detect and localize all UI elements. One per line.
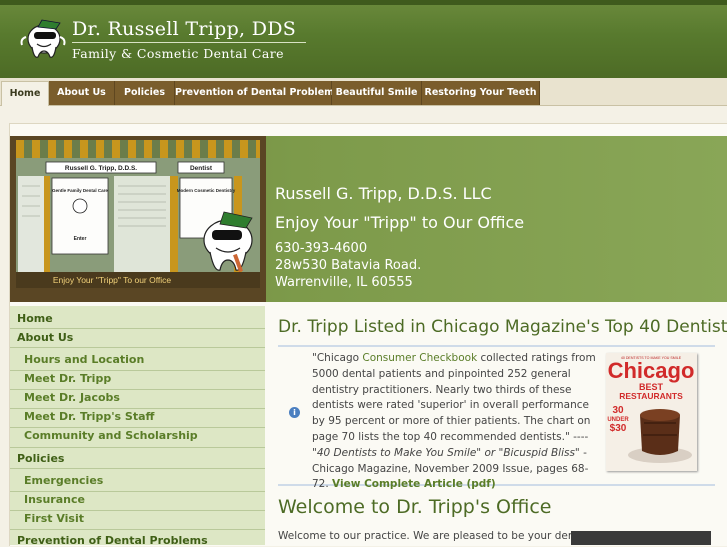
office-storefront-illustration: Russell G. Tripp, D.D.S. Dentist Gentle …	[10, 136, 266, 302]
magazine-headline-2: RESTAURANTS	[619, 391, 683, 401]
storefront-caption: Enjoy Your "Tripp" To our Office	[53, 275, 172, 285]
sidebar-divider	[10, 529, 265, 530]
quote-italic: "40 Dentists to Make You Smile" or "Bicu…	[312, 446, 580, 459]
main-navigation: Home About Us Policies Prevention of Den…	[0, 78, 727, 106]
banner-city: Warrenville, IL 60555	[275, 275, 413, 290]
nav-tab-beautiful-smile[interactable]: Beautiful Smile	[332, 81, 422, 105]
sidebar-divider	[10, 491, 265, 492]
welcome-heading: Welcome to Dr. Tripp's Office	[278, 496, 552, 518]
sidebar-divider	[10, 328, 265, 329]
nav-tab-policies[interactable]: Policies	[115, 81, 175, 105]
banner-phone: 630-393-4600	[275, 241, 368, 256]
sign-dentist: Dentist	[190, 165, 213, 172]
article-heading: Dr. Tripp Listed in Chicago Magazine's T…	[278, 317, 727, 337]
header-top-line	[0, 0, 727, 5]
window-text-left: Gentle Family Dental Care	[52, 188, 108, 193]
site-subtitle: Family & Cosmetic Dental Care	[72, 46, 284, 61]
sidebar-divider	[10, 408, 265, 409]
quote-open: "Chicago	[312, 352, 363, 364]
office-photo-image	[571, 531, 711, 545]
sidebar-item-staff[interactable]: Meet Dr. Tripp's Staff	[24, 410, 154, 423]
sidebar-divider	[10, 468, 265, 469]
sidebar-item-emergencies[interactable]: Emergencies	[24, 474, 103, 487]
sidebar-item-hours-location[interactable]: Hours and Location	[24, 353, 144, 366]
banner-street: 28w530 Batavia Road.	[275, 258, 422, 273]
sidebar-menu: Home About Us Hours and Location Meet Dr…	[10, 306, 265, 547]
sidebar-item-meet-dr-jacobs[interactable]: Meet Dr. Jacobs	[24, 391, 120, 404]
welcome-text: Welcome to our practice. We are pleased …	[278, 530, 588, 542]
quote-body: collected ratings from 5000 dental patie…	[312, 352, 596, 443]
magazine-sub-3: $30	[610, 423, 627, 434]
sidebar-divider	[10, 370, 265, 371]
sidebar-item-about-us[interactable]: About Us	[17, 331, 73, 344]
title-divider	[72, 42, 306, 43]
sidebar-item-first-visit[interactable]: First Visit	[24, 512, 84, 525]
sidebar-divider	[10, 510, 265, 511]
door-enter-text: Enter	[74, 236, 87, 242]
view-article-link[interactable]: View Complete Article (pdf)	[332, 478, 496, 490]
sidebar-divider	[10, 427, 265, 428]
site-header: Dr. Russell Tripp, DDS Family & Cosmetic…	[0, 0, 727, 78]
site-title[interactable]: Dr. Russell Tripp, DDS	[72, 18, 296, 40]
window-text-right: Modern Cosmetic Dentistry	[177, 188, 236, 193]
nav-tab-about-us[interactable]: About Us	[49, 81, 115, 105]
magazine-name: Chicago	[608, 358, 695, 383]
nav-tab-home[interactable]: Home	[1, 81, 49, 106]
tooth-mascot-logo-icon[interactable]	[16, 17, 66, 61]
sidebar-divider	[10, 347, 265, 348]
awning-stripes	[16, 140, 260, 158]
consumer-checkbook-link[interactable]: Consumer Checkbook	[362, 352, 477, 364]
sidebar-item-community[interactable]: Community and Scholarship	[24, 429, 198, 442]
sidebar-divider	[10, 389, 265, 390]
banner-tagline: Enjoy Your "Tripp" to Our Office	[275, 213, 525, 232]
info-icon: i	[289, 407, 300, 418]
sign-name: Russell G. Tripp, D.D.S.	[65, 165, 137, 172]
nav-tab-prevention[interactable]: Prevention of Dental Problems	[175, 81, 340, 105]
banner-company-name: Russell G. Tripp, D.D.S. LLC	[275, 184, 492, 203]
sidebar-item-insurance[interactable]: Insurance	[24, 493, 85, 506]
info-callout-text: "Chicago Consumer Checkbook collected ra…	[312, 351, 598, 493]
sidebar-item-home[interactable]: Home	[17, 312, 53, 325]
sidebar-item-prevention[interactable]: Prevention of Dental Problems	[17, 534, 208, 547]
sidebar-divider	[10, 447, 265, 448]
sidebar-item-policies[interactable]: Policies	[17, 452, 64, 465]
sidebar-item-meet-dr-tripp[interactable]: Meet Dr. Tripp	[24, 372, 111, 385]
nav-tab-restoring-teeth[interactable]: Restoring Your Teeth	[422, 81, 540, 105]
chicago-magazine-cover-image[interactable]: 40 DENTISTS TO MAKE YOU SMILE Chicago BE…	[606, 353, 697, 471]
magazine-sub-1: 30	[612, 405, 624, 416]
